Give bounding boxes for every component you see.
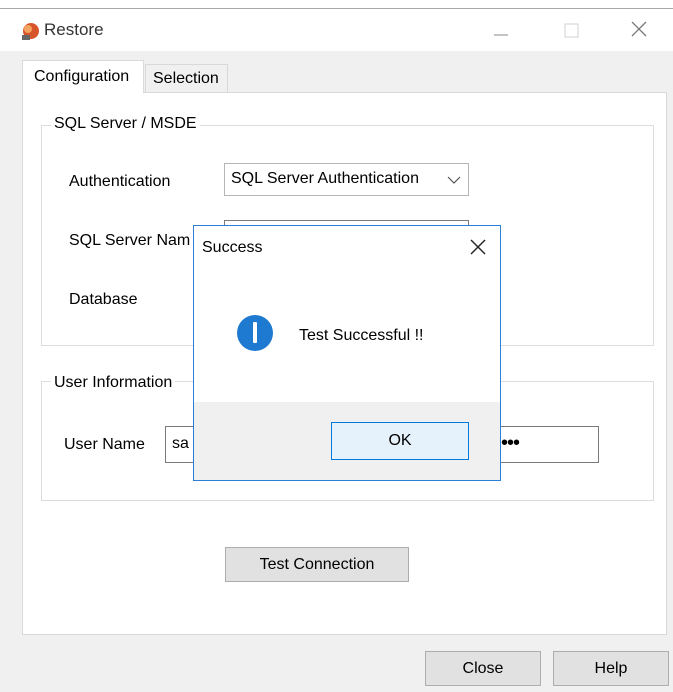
success-dialog: Success Test Successful !! OK	[193, 225, 501, 481]
maximize-icon[interactable]	[556, 14, 586, 44]
password-input[interactable]: •••	[486, 426, 599, 463]
close-icon[interactable]	[624, 14, 654, 44]
tab-selection[interactable]: Selection	[145, 64, 228, 92]
authentication-select[interactable]: SQL Server Authentication	[224, 163, 469, 196]
authentication-select-value: SQL Server Authentication	[231, 170, 419, 187]
info-icon	[237, 315, 273, 351]
minimize-icon[interactable]	[486, 14, 516, 44]
database-label: Database	[69, 291, 138, 308]
ok-button[interactable]: OK	[331, 422, 469, 460]
sql-server-group-title: SQL Server / MSDE	[51, 115, 200, 133]
close-button[interactable]: Close	[425, 651, 541, 686]
password-value: •••	[501, 432, 520, 454]
window-title: Restore	[44, 20, 104, 39]
dialog-close-icon[interactable]	[468, 237, 488, 257]
authentication-label: Authentication	[69, 173, 171, 190]
help-button[interactable]: Help	[553, 651, 669, 686]
chevron-down-icon	[447, 176, 461, 184]
sql-server-name-label: SQL Server Nam	[69, 232, 191, 249]
restore-app-icon	[22, 23, 39, 40]
test-connection-button[interactable]: Test Connection	[225, 547, 409, 582]
top-edge	[0, 0, 673, 9]
tab-configuration[interactable]: Configuration	[22, 60, 144, 93]
dialog-title: Success	[202, 239, 263, 256]
tab-configuration-label: Configuration	[34, 68, 130, 85]
user-name-value: sa	[172, 435, 189, 452]
user-name-label: User Name	[64, 436, 145, 453]
tab-selection-label: Selection	[153, 70, 219, 87]
user-information-group-title: User Information	[51, 374, 176, 392]
dialog-message: Test Successful !!	[299, 327, 424, 344]
